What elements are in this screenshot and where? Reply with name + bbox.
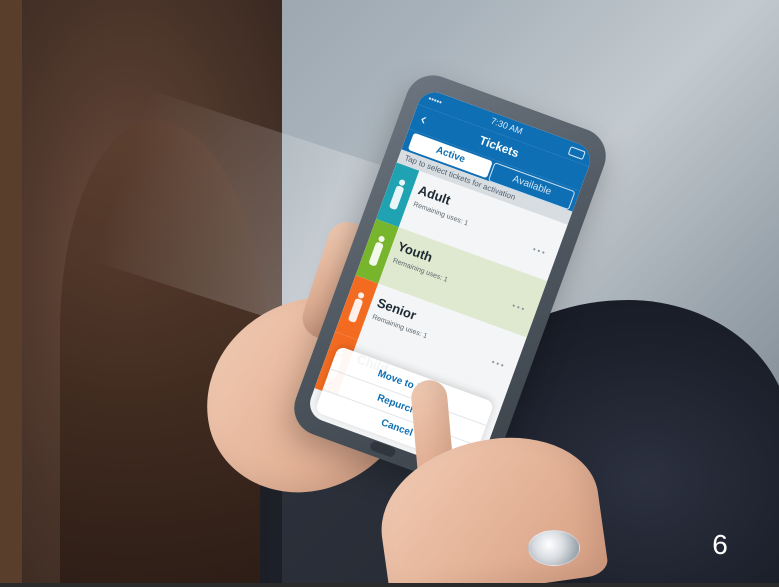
ring <box>528 530 580 566</box>
page-number: 6 <box>712 529 728 560</box>
more-icon: ••• <box>531 244 549 259</box>
bottom-border <box>0 583 779 587</box>
left-border <box>0 0 22 587</box>
more-icon: ••• <box>510 301 528 315</box>
photo-background: ••••• 7:30 AM ‹ Tickets Active Available… <box>0 0 779 587</box>
more-icon: ••• <box>490 357 507 371</box>
